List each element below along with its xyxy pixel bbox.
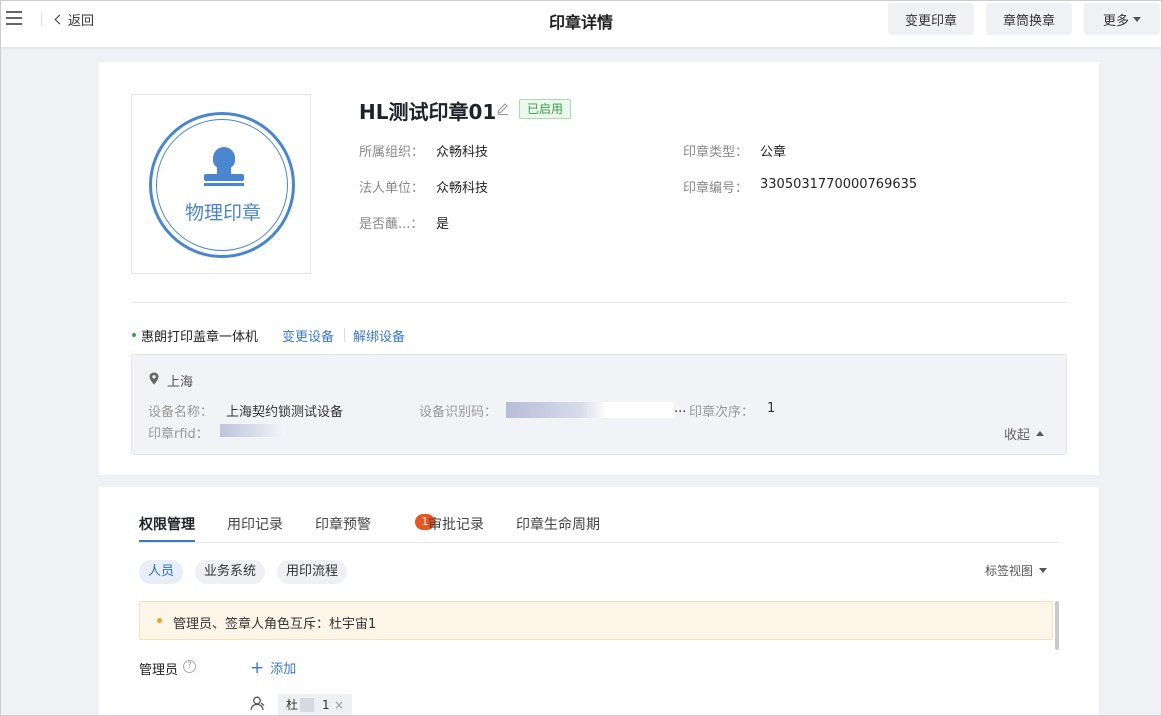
tab-seal-lifecycle[interactable]: 印章生命周期 [516,514,600,534]
location-pin-icon [149,372,159,385]
device-id-suffix: ... [674,401,687,416]
device-panel: 上海 设备名称： 上海契约锁测试设备 设备识别码： ... 印章次序： 1 印章… [131,354,1067,455]
remove-user-icon[interactable]: × [334,694,344,716]
tab-approval-records[interactable]: 审批记录 [428,514,484,534]
seal-name: HL测试印章01 [359,100,497,124]
more-button[interactable]: 更多 [1084,3,1160,35]
code-label: 印章编号： [683,181,749,196]
stamp-icon-base-line [204,183,244,186]
stamp-icon-base [204,174,244,181]
tab-permissions[interactable]: 权限管理 [139,514,195,534]
link-separator [344,328,345,342]
user-name-redacted [300,698,314,712]
view-select-label: 标签视图 [985,564,1034,578]
user-icon [250,696,265,711]
filter-chip-business-system[interactable]: 业务系统 [195,560,266,584]
add-label: 添加 [270,662,297,677]
user-tag-prefix: 杜 [286,698,299,712]
warning-banner: 管理员、签章人角色互斥：杜宇宙1 [139,601,1053,640]
view-select[interactable]: 标签视图 [985,562,1048,579]
filter-chip-people[interactable]: 人员 [139,560,184,584]
permissions-card: 权限管理 用印记录 印章预警 1 审批记录 印章生命周期 人员 业务系统 用印流… [99,487,1099,716]
type-label: 印章类型： [683,145,749,160]
unbind-device-link[interactable]: 解绑设备 [353,326,405,345]
seal-image-text: 物理印章 [184,202,261,224]
warning-dot [157,618,162,623]
tab-seal-alerts[interactable]: 印章预警 [315,514,371,534]
collapse-button[interactable]: 收起 [1004,424,1045,443]
code-value: 3305031770000769635 [760,177,918,192]
device-location: 上海 [167,375,194,390]
online-dot [132,333,136,337]
org-value: 众畅科技 [436,145,489,160]
seal-info-card: 物理印章 HL测试印章01 已启用 所属组织： 众畅科技 法人单位： 众畅科技 … [99,62,1099,475]
seal-inner-ring: 物理印章 [156,119,288,251]
caret-down-icon [1133,16,1141,22]
edit-icon[interactable] [496,102,510,116]
plus-icon: + [250,657,265,678]
device-name-label: 设备名称： [148,405,214,420]
warning-text: 管理员、签章人角色互斥：杜宇宙1 [173,617,377,632]
change-seal-button[interactable]: 变更印章 [888,3,974,35]
seal-order-label: 印章次序： [689,405,755,420]
section-divider [131,302,1067,303]
legal-label: 法人单位： [359,181,425,196]
admins-label: 管理员 [139,663,179,678]
scrollbar[interactable] [1055,601,1059,650]
top-bar: 返回 印章详情 变更印章 章筒换章 更多 [0,0,1162,47]
seal-ring: 物理印章 [149,112,295,258]
device-id-label: 设备识别码： [419,405,498,420]
caret-down-icon [1039,568,1048,573]
more-label: 更多 [1102,13,1129,29]
device-name-value: 上海契约锁测试设备 [226,405,344,420]
type-value: 公章 [760,145,787,160]
org-label: 所属组织： [359,145,425,160]
legal-value: 众畅科技 [436,181,489,196]
device-name: 惠朗打印盖章一体机 [141,330,259,345]
active-tab-indicator [139,540,195,542]
change-device-link[interactable]: 变更设备 [282,326,334,345]
user-tag: 杜 1 × [278,694,352,716]
stamp-icon-neck [217,165,231,174]
rfid-redacted [220,424,284,437]
replace-cartridge-button[interactable]: 章筒换章 [986,3,1072,35]
device-id-redacted [506,402,674,418]
add-admin-button[interactable]: + 添加 [250,658,296,677]
collapse-label: 收起 [1004,428,1031,443]
ink-value: 是 [436,217,450,232]
filter-chip-seal-flow[interactable]: 用印流程 [277,560,348,584]
tab-bar: 权限管理 用印记录 印章预警 1 审批记录 印章生命周期 [139,487,1059,543]
ink-label: 是否蘸...： [359,217,424,232]
rfid-label: 印章rfid： [148,427,209,442]
status-badge: 已启用 [519,99,572,119]
seal-image: 物理印章 [131,94,311,274]
tab-usage-records[interactable]: 用印记录 [227,514,283,534]
seal-order-value: 1 [767,401,776,416]
help-icon[interactable]: ? [183,660,196,673]
caret-up-icon [1036,431,1045,436]
user-tag-suffix: 1 [322,698,330,712]
